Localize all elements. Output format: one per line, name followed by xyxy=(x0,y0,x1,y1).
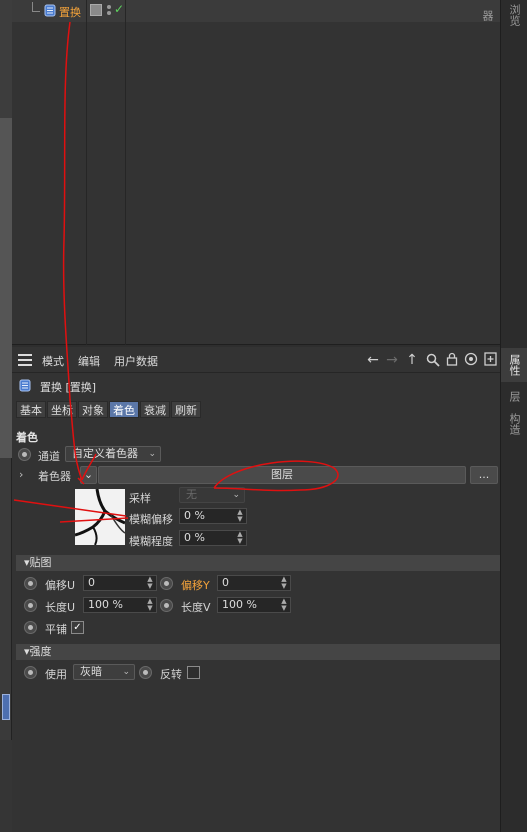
use-animate-radio[interactable] xyxy=(24,666,37,679)
channel-animate-radio[interactable] xyxy=(18,448,31,461)
edit-layer-icon[interactable] xyxy=(90,4,102,16)
tree-connector xyxy=(32,2,40,12)
length-u-animate-radio[interactable] xyxy=(24,599,37,612)
sampling-label: 采样 xyxy=(129,492,151,505)
invert-animate-radio[interactable] xyxy=(139,666,152,679)
spinner-icon: ▲ ▼ xyxy=(281,575,287,590)
displacer-icon xyxy=(19,379,31,392)
length-v-label: 长度V xyxy=(181,601,211,614)
object-name[interactable]: 置换 xyxy=(59,4,81,20)
tab-refresh[interactable]: 刷新 xyxy=(171,401,201,418)
tab-attributes[interactable]: 属性 xyxy=(501,348,527,382)
offset-u-label: 偏移U xyxy=(45,579,76,592)
attribute-title: 置换 [置换] xyxy=(40,381,97,394)
tab-structure[interactable]: 构造 xyxy=(501,410,527,438)
tab-basic[interactable]: 基本 xyxy=(16,401,46,418)
offset-v-label: 偏移Y xyxy=(181,579,210,592)
blur-offset-label: 模糊偏移 xyxy=(129,513,173,526)
shader-menu-button[interactable]: ⌄ xyxy=(80,466,97,484)
attribute-manager: 模式 编辑 用户数据 ← → ↑ 置换 [置换] 基本 坐标 对象 着色 衰减 … xyxy=(12,347,500,832)
up-arrow-icon[interactable]: ↑ xyxy=(404,351,420,369)
target-icon[interactable] xyxy=(464,352,478,366)
section-mapping-bar[interactable]: ▾贴图 xyxy=(16,555,500,571)
menu-icon[interactable] xyxy=(18,354,32,366)
attribute-toolbar: 模式 编辑 用户数据 ← → ↑ xyxy=(12,347,500,373)
column-divider xyxy=(86,0,87,345)
channel-dropdown[interactable]: 自定义着色器 ⌄ xyxy=(65,446,161,462)
spinner-icon: ▲ ▼ xyxy=(281,597,287,612)
viewport-edge xyxy=(0,0,12,832)
sampling-dropdown[interactable]: 无 ⌄ xyxy=(179,487,245,503)
displacer-icon xyxy=(44,4,56,17)
spinner-icon: ▲ ▼ xyxy=(147,597,153,612)
blur-scale-label: 模糊程度 xyxy=(129,535,173,548)
section-intensity-title: 强度 xyxy=(29,645,52,658)
new-panel-icon[interactable] xyxy=(484,352,497,366)
visibility-dots-icon[interactable] xyxy=(106,3,112,17)
menu-edit[interactable]: 编辑 xyxy=(78,353,100,369)
use-dropdown[interactable]: 灰暗 ⌄ xyxy=(73,664,135,680)
shader-layer-button[interactable]: 图层 xyxy=(98,466,466,484)
tile-animate-radio[interactable] xyxy=(24,621,37,634)
section-mapping-title: 贴图 xyxy=(29,556,52,569)
length-v-field[interactable]: 100 % ▲ ▼ xyxy=(217,597,291,613)
tab-shading[interactable]: 着色 xyxy=(109,401,139,418)
chevron-down-icon: ⌄ xyxy=(148,449,156,459)
use-label: 使用 xyxy=(45,668,67,681)
menu-user-data[interactable]: 用户数据 xyxy=(114,353,158,369)
tile-checkbox[interactable]: ✓ xyxy=(71,621,84,634)
shader-label: 着色器 xyxy=(38,470,71,483)
spinner-icon: ▲ ▼ xyxy=(237,508,243,523)
column-divider xyxy=(125,0,126,345)
chevron-down-icon: ⌄ xyxy=(232,490,240,500)
offset-v-field[interactable]: 0 ▲ ▼ xyxy=(217,575,291,591)
tab-layers[interactable]: 层 xyxy=(501,386,527,406)
menu-mode[interactable]: 模式 xyxy=(42,353,64,369)
shader-preview-thumbnail[interactable] xyxy=(75,489,125,545)
channel-label: 通道 xyxy=(38,450,60,463)
offset-v-animate-radio[interactable] xyxy=(160,577,173,590)
invert-checkbox[interactable] xyxy=(187,666,200,679)
length-u-label: 长度U xyxy=(45,601,76,614)
blur-offset-field[interactable]: 0 % ▲ ▼ xyxy=(179,508,247,524)
shader-more-button[interactable]: ... xyxy=(470,466,498,484)
enabled-check-icon[interactable]: ✓ xyxy=(114,2,124,16)
tab-falloff[interactable]: 衰减 xyxy=(140,401,170,418)
chevron-down-icon: ⌄ xyxy=(83,468,94,481)
expand-arrow-icon[interactable]: › xyxy=(19,468,23,481)
viewport-area-top xyxy=(0,0,12,118)
attribute-tabs: 基本 坐标 对象 着色 衰减 刷新 xyxy=(16,401,202,418)
tab-browser[interactable]: 浏览器 xyxy=(481,0,527,30)
object-manager: 置换 ✓ xyxy=(12,0,500,345)
length-v-animate-radio[interactable] xyxy=(160,599,173,612)
right-dock-tabs: 浏览器 属性 层 构造 xyxy=(481,0,527,832)
section-intensity-bar[interactable]: ▾强度 xyxy=(16,644,500,660)
viewport-area-low xyxy=(0,740,12,832)
spinner-icon: ▲ ▼ xyxy=(147,575,153,590)
section-shading-title: 着色 xyxy=(16,431,38,444)
spinner-icon: ▲ ▼ xyxy=(237,530,243,545)
tab-coord[interactable]: 坐标 xyxy=(47,401,77,418)
lock-icon[interactable] xyxy=(446,352,458,366)
chevron-down-icon: ⌄ xyxy=(122,667,130,677)
forward-arrow-icon[interactable]: → xyxy=(384,351,400,369)
tab-object[interactable]: 对象 xyxy=(78,401,108,418)
viewport-selection-handle[interactable] xyxy=(2,694,10,720)
invert-label: 反转 xyxy=(160,668,182,681)
search-icon[interactable] xyxy=(426,353,440,367)
viewport-area-mid xyxy=(0,118,12,458)
tile-label: 平铺 xyxy=(45,623,67,636)
offset-u-field[interactable]: 0 ▲ ▼ xyxy=(83,575,157,591)
blur-scale-field[interactable]: 0 % ▲ ▼ xyxy=(179,530,247,546)
length-u-field[interactable]: 100 % ▲ ▼ xyxy=(83,597,157,613)
back-arrow-icon[interactable]: ← xyxy=(364,351,382,369)
offset-u-animate-radio[interactable] xyxy=(24,577,37,590)
